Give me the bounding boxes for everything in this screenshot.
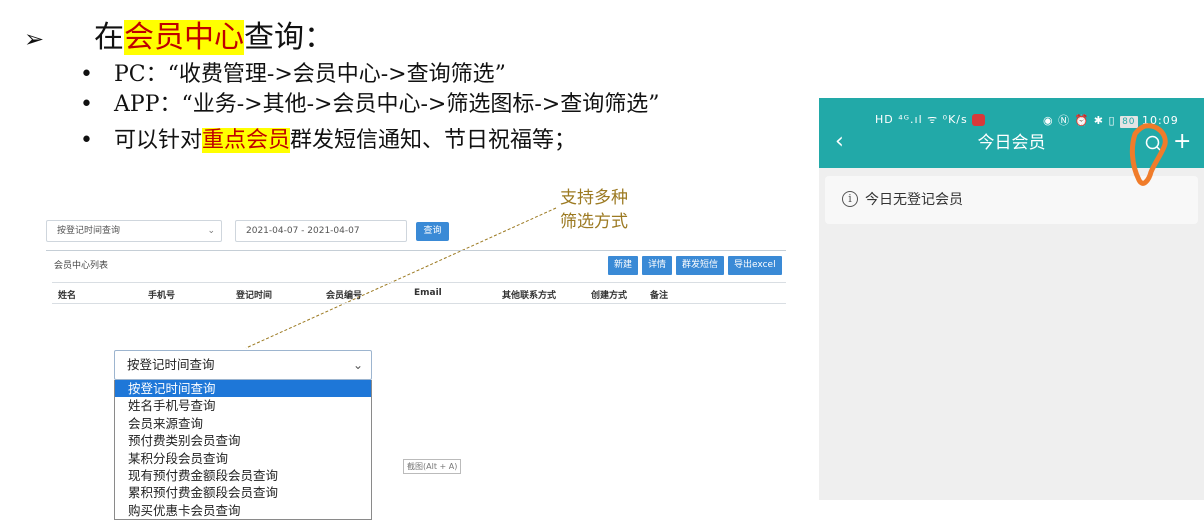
status-icons: ◉ Ⓝ ⏰ ✱ ▯ <box>1043 114 1116 127</box>
arrow-bullet-icon: ➢ <box>24 25 45 53</box>
dropdown-option[interactable]: 姓名手机号查询 <box>115 397 371 414</box>
column-header[interactable]: 手机号 <box>148 288 175 301</box>
bullet-prefix: 可以针对 <box>114 128 203 153</box>
bullet-item: 可以针对重点会员群发短信通知、节日祝福等； <box>80 126 730 156</box>
info-icon: i <box>842 191 858 207</box>
dropdown-current-label: 按登记时间查询 <box>127 357 215 372</box>
hand-drawn-circle <box>1129 123 1168 186</box>
screenshot-tooltip: 截图(Alt + A) <box>403 459 462 474</box>
status-left: HD ⁴ᴳ.ıl ᯤ ⁰K/s <box>875 112 986 127</box>
detail-button[interactable]: 详情 <box>642 256 673 275</box>
column-header[interactable]: 登记时间 <box>236 288 272 301</box>
status-signal-text: HD ⁴ᴳ.ıl ᯤ ⁰K/s <box>875 113 968 126</box>
column-header[interactable]: 备注 <box>650 288 668 301</box>
column-header[interactable]: 姓名 <box>58 288 76 301</box>
column-header[interactable]: 其他联系方式 <box>502 288 556 301</box>
chevron-down-icon: ⌄ <box>352 358 363 372</box>
slide-title-highlight: 会员中心 <box>124 20 244 55</box>
dropdown-current-value[interactable]: 按登记时间查询 ⌄ <box>114 350 372 380</box>
new-button[interactable]: 新建 <box>608 256 639 275</box>
column-header[interactable]: 会员编号 <box>326 288 362 301</box>
chevron-down-icon: ⌄ <box>207 226 215 236</box>
dropdown-option[interactable]: 某积分段会员查询 <box>115 450 371 467</box>
bulk-sms-button[interactable]: 群发短信 <box>676 256 725 275</box>
filter-select-value: 按登记时间查询 <box>57 226 121 236</box>
export-excel-button[interactable]: 导出excel <box>728 256 782 275</box>
slide-title-suffix: 查询： <box>244 20 334 55</box>
dropdown-option[interactable]: 累积预付费金额段会员查询 <box>115 484 371 501</box>
filter-select[interactable]: 按登记时间查询 ⌄ <box>46 220 222 242</box>
bullet-item: APP：“业务->其他->会员中心->筛选图标->查询筛选” <box>80 90 730 120</box>
empty-notice-text: 今日无登记会员 <box>865 192 963 208</box>
dropdown-options: 按登记时间查询 姓名手机号查询 会员来源查询 预付费类别会员查询 某积分段会员查… <box>114 380 372 520</box>
app-screenshot: HD ⁴ᴳ.ıl ᯤ ⁰K/s ◉ Ⓝ ⏰ ✱ ▯ 80 10:09 ‹ 今日会… <box>819 98 1204 500</box>
bullet-list: PC：“收费管理->会员中心->查询筛选” APP：“业务->其他->会员中心-… <box>80 60 730 156</box>
notification-badge-icon <box>972 114 986 126</box>
slide-title-prefix: 在 <box>94 20 124 55</box>
query-type-dropdown[interactable]: 按登记时间查询 ⌄ 按登记时间查询 姓名手机号查询 会员来源查询 预付费类别会员… <box>114 350 372 520</box>
dropdown-option[interactable]: 购买优惠卡会员查询 <box>115 502 371 519</box>
dropdown-option[interactable]: 会员来源查询 <box>115 415 371 432</box>
column-header[interactable]: 创建方式 <box>591 288 627 301</box>
table-header: 姓名 手机号 登记时间 会员编号 Email 其他联系方式 创建方式 备注 <box>52 282 786 304</box>
column-header[interactable]: Email <box>414 288 442 298</box>
annotation-line: 支持多种 <box>560 188 628 208</box>
bullet-suffix: 群发短信通知、节日祝福等； <box>290 128 577 153</box>
bullet-item: PC：“收费管理->会员中心->查询筛选” <box>80 60 730 90</box>
divider <box>46 250 786 251</box>
bullet-highlight: 重点会员 <box>202 128 291 153</box>
slide-title: ➢ 在会员中心查询： <box>24 18 334 59</box>
action-toolbar: 新建 详情 群发短信 导出excel <box>608 256 782 275</box>
query-button[interactable]: 查询 <box>416 222 449 241</box>
date-range-input[interactable]: 2021-04-07 - 2021-04-07 <box>235 220 407 242</box>
dropdown-option[interactable]: 预付费类别会员查询 <box>115 432 371 449</box>
dropdown-option[interactable]: 按登记时间查询 <box>115 380 371 398</box>
dropdown-option[interactable]: 现有预付费金额段会员查询 <box>115 467 371 484</box>
list-title: 会员中心列表 <box>54 261 109 271</box>
